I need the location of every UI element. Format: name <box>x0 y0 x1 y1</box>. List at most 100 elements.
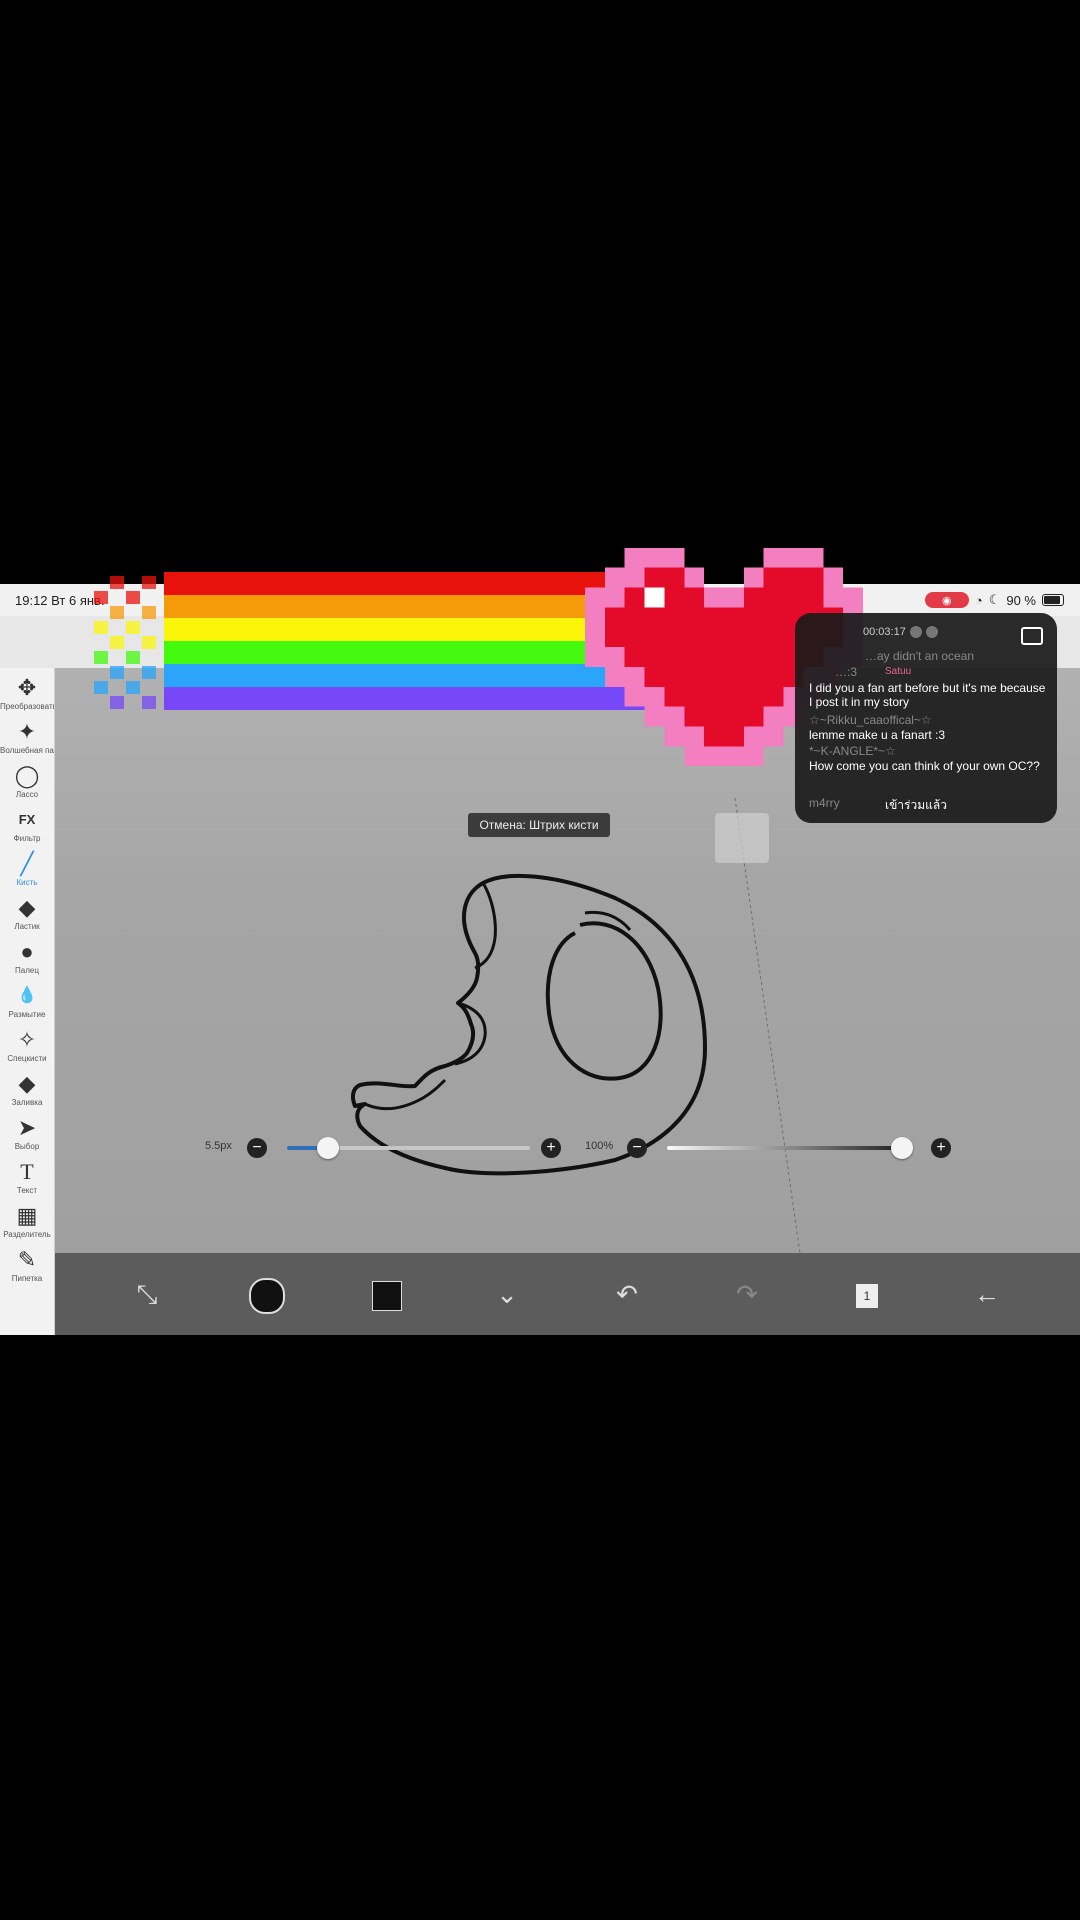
size-slider-knob[interactable] <box>317 1137 340 1159</box>
heart-pixel <box>684 686 705 707</box>
chat-message-user: *~K-ANGLE*~☆ <box>809 744 896 758</box>
brush-color-icon[interactable] <box>245 1272 289 1316</box>
tool-label: Размытие <box>8 1010 46 1019</box>
tool-label: Спецкисти <box>7 1054 47 1063</box>
heart-pixel <box>644 547 665 568</box>
heart-pixel <box>704 706 724 727</box>
heart-pixel <box>704 666 724 687</box>
opacity-increase-button[interactable]: + <box>931 1138 951 1158</box>
tool-divider[interactable]: ▦ Разделитель <box>0 1202 54 1246</box>
heart-pixel <box>664 547 685 568</box>
tool-lasso[interactable]: ◯ Лассо <box>0 762 54 806</box>
heart-pixel <box>664 567 685 588</box>
opacity-slider-knob[interactable] <box>891 1137 913 1159</box>
layer-count: 1 <box>856 1284 878 1309</box>
tool-label: Пипетка <box>11 1274 43 1283</box>
heart-pixel <box>585 587 605 608</box>
tool-label: Текст <box>16 1186 38 1195</box>
tail-pixel <box>142 636 156 649</box>
screen-record-indicator: ◉ <box>924 592 969 608</box>
brush-size-slider[interactable]: 5.5px − + <box>205 1133 561 1163</box>
heart-pixel <box>624 666 645 687</box>
heart-pixel <box>704 607 724 628</box>
tool-filter[interactable]: FX Фильтр <box>0 806 54 850</box>
heart-pixel <box>664 726 685 747</box>
tool-text[interactable]: T Текст <box>0 1158 54 1202</box>
tool-special-brush[interactable]: ✧ Спецкисти <box>0 1026 54 1070</box>
heart-pixel <box>664 647 685 667</box>
wifi-icon: ◔ <box>974 592 983 608</box>
tool-sidebar: ✥ Преобразовать ✦ Волшебная палочка ◯ Ла… <box>0 668 55 1335</box>
heart-pixel <box>783 587 804 608</box>
heart-pixel <box>763 547 784 568</box>
tool-label: Разделитель <box>3 1230 51 1239</box>
size-decrease-button[interactable]: − <box>247 1138 267 1158</box>
tool-magic-wand[interactable]: ✦ Волшебная палочка <box>0 718 54 762</box>
tool-label: Палец <box>15 966 39 975</box>
down-icon[interactable]: ⌄ <box>485 1272 529 1316</box>
moon-eye-lid <box>584 910 632 931</box>
heart-pixel <box>644 587 665 608</box>
rainbow-pixel-tail <box>94 576 156 709</box>
fx-icon: FX <box>18 812 36 827</box>
status-indicators: ◉ ◔ ☾ 90 % <box>924 592 1064 608</box>
tool-blur[interactable]: 💧 Размытие <box>0 982 54 1026</box>
transform-icon[interactable]: ⤡ <box>125 1272 169 1316</box>
heart-pixel <box>763 647 784 667</box>
status-time: 19:12 <box>15 593 48 608</box>
tool-brush[interactable]: ╱ Кисть <box>0 850 54 894</box>
tool-fill[interactable]: ◆ Заливка <box>0 1070 54 1114</box>
heart-pixel <box>704 587 724 608</box>
undo-icon[interactable]: ↶ <box>605 1272 649 1316</box>
tool-eyedropper[interactable]: ✎ Пипетка <box>0 1246 54 1290</box>
tail-pixel <box>142 606 156 619</box>
battery-icon <box>1042 594 1064 606</box>
heart-pixel <box>743 647 764 667</box>
heart-pixel <box>724 587 744 608</box>
tool-eraser[interactable]: ◆ Ластик <box>0 894 54 938</box>
tool-smudge[interactable]: ● Палец <box>0 938 54 982</box>
color-swatch-icon[interactable] <box>365 1272 409 1316</box>
back-icon[interactable]: ← <box>965 1272 1009 1316</box>
special-icon: ✧ <box>17 1027 37 1052</box>
tool-select[interactable]: ➤ Выбор <box>0 1114 54 1158</box>
opacity-slider[interactable]: 100% − + <box>585 1133 1005 1163</box>
heart-pixel <box>743 706 764 727</box>
heart-pixel <box>743 607 764 628</box>
heart-pixel <box>684 647 705 667</box>
tool-label: Волшебная палочка <box>0 746 54 755</box>
heart-pixel <box>624 567 645 588</box>
heart-pixel <box>724 627 744 648</box>
heart-pixel <box>763 706 784 727</box>
opacity-decrease-button[interactable]: − <box>627 1138 647 1158</box>
heart-pixel <box>644 666 665 687</box>
heart-pixel <box>684 666 705 687</box>
heart-pixel <box>624 686 645 707</box>
tail-pixel <box>94 621 108 634</box>
status-time-date: 19:12 Вт 6 янв. <box>15 593 105 608</box>
opacity-track <box>667 1146 902 1150</box>
select-icon: ➤ <box>17 1115 37 1140</box>
fill-icon: ◆ <box>18 1071 36 1096</box>
eraser-icon: ◆ <box>18 895 36 920</box>
heart-pixel <box>724 647 744 667</box>
eyedropper-icon: ✎ <box>17 1247 37 1272</box>
heart-pixel <box>684 706 705 727</box>
heart-pixel <box>604 627 625 648</box>
heart-pixel <box>704 726 724 747</box>
chat-minimize-icon[interactable] <box>1021 627 1043 645</box>
layers-icon[interactable]: 1 <box>845 1272 889 1316</box>
tool-transform[interactable]: ✥ Преобразовать <box>0 674 54 718</box>
moon-eye-outline <box>545 921 663 1081</box>
undo-tooltip: Отмена: Штрих кисти <box>468 813 610 837</box>
redo-icon[interactable]: ↷ <box>725 1272 769 1316</box>
size-increase-button[interactable]: + <box>541 1138 561 1158</box>
heart-pixel <box>624 547 645 568</box>
chat-message-text: เข้าร่วมแล้ว <box>885 798 947 812</box>
heart-pixel <box>704 627 724 648</box>
tool-label: Ластик <box>14 922 40 931</box>
heart-pixel <box>644 647 665 667</box>
blur-icon: 💧 <box>17 987 37 1004</box>
heart-pixel <box>743 567 764 588</box>
tool-label: Фильтр <box>13 834 41 843</box>
